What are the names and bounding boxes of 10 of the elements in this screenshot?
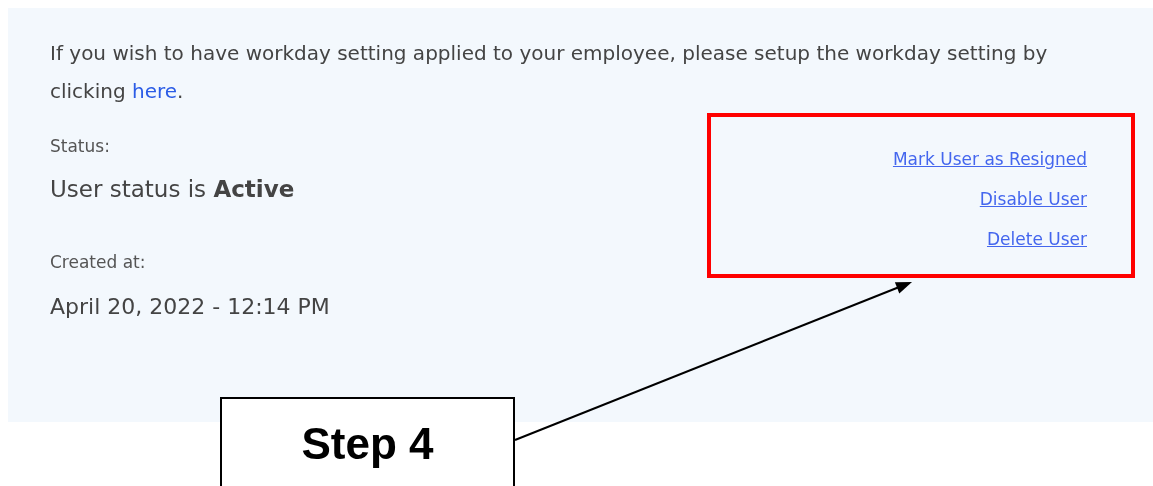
created-date: April 20, 2022 - 12:14 PM <box>50 294 330 319</box>
action-link[interactable]: Mark User as Resigned <box>892 147 1087 171</box>
here-link[interactable]: here <box>132 79 178 103</box>
status-text: User status is Active <box>50 176 295 202</box>
action-link[interactable]: Delete User <box>987 227 1087 251</box>
action-link[interactable]: Disable User <box>979 187 1087 211</box>
intro-text: If you wish to have workday setting applied to your employee, please setup the workday setting by clicking here. <box>50 40 1049 105</box>
step-callout: Step 4 <box>220 397 515 486</box>
created-label: Created at: <box>50 252 146 272</box>
status-label: Status: <box>50 136 110 156</box>
